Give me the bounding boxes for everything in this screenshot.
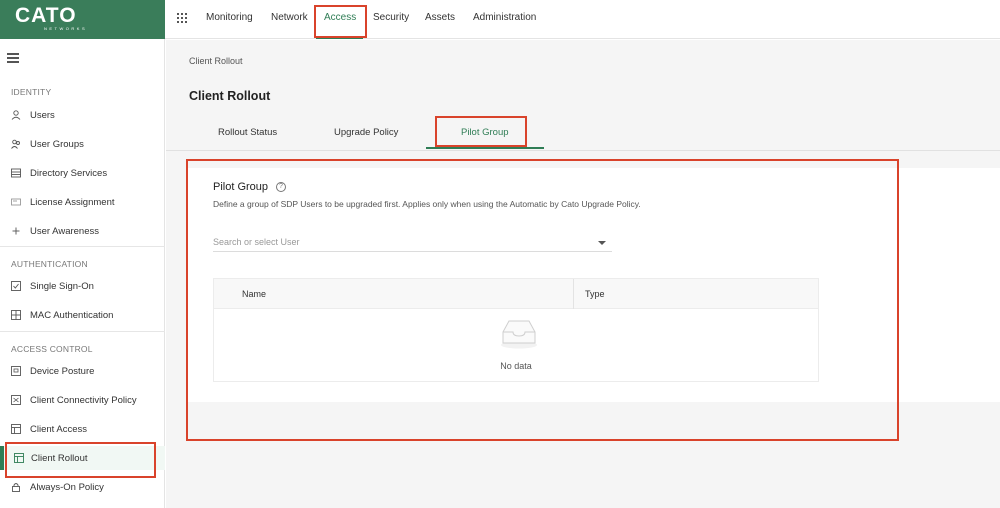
sidebar-item-user-groups[interactable]: User Groups xyxy=(0,132,165,156)
sidebar-item-label: License Assignment xyxy=(30,197,115,208)
nav-monitoring[interactable]: Monitoring xyxy=(206,12,253,23)
active-tab-underline xyxy=(426,147,544,149)
user-group-icon xyxy=(11,139,20,149)
sidebar-item-single-sign-on[interactable]: Single Sign-On xyxy=(0,274,165,298)
sidebar-item-device-posture[interactable]: Device Posture xyxy=(0,359,165,383)
sidebar-item-users[interactable]: Users xyxy=(0,103,165,127)
column-header-type[interactable]: Type xyxy=(585,289,605,299)
panel-title: Pilot Group xyxy=(213,181,269,193)
sidebar-item-label: Always-On Policy xyxy=(30,482,104,493)
sidebar-divider xyxy=(0,331,165,332)
column-header-name[interactable]: Name xyxy=(242,289,266,299)
logo-subtitle: NETWORKS xyxy=(44,26,88,31)
sidebar-section-identity: IDENTITY xyxy=(11,87,52,97)
sidebar-section-authentication: AUTHENTICATION xyxy=(11,259,88,269)
grid-table-icon xyxy=(11,310,21,320)
sidebar-item-label: Directory Services xyxy=(30,168,108,179)
sidebar-item-label: Client Access xyxy=(30,424,88,435)
tab-pilot-group[interactable]: Pilot Group xyxy=(461,127,509,138)
table-header: Name Type xyxy=(214,279,818,309)
sidebar-item-label: Client Rollout xyxy=(31,453,88,464)
connectivity-icon xyxy=(11,395,21,405)
sidebar-item-label: MAC Authentication xyxy=(30,310,114,321)
search-placeholder: Search or select User xyxy=(213,237,300,247)
sidebar-item-label: User Awareness xyxy=(30,226,99,237)
layout-icon xyxy=(11,424,21,434)
help-icon[interactable]: ? xyxy=(276,182,286,192)
lock-icon xyxy=(12,483,20,492)
tab-bar: Rollout Status Upgrade Policy Pilot Grou… xyxy=(166,114,1000,151)
sidebar: IDENTITY Users User Groups Directory Ser… xyxy=(0,39,165,508)
sidebar-item-always-on-policy[interactable]: Always-On Policy xyxy=(0,475,165,499)
nav-access[interactable]: Access xyxy=(324,12,356,23)
hamburger-menu-icon[interactable] xyxy=(7,53,19,65)
cato-logo[interactable]: CATO NETWORKS xyxy=(0,0,165,39)
sidebar-item-user-awareness[interactable]: User Awareness xyxy=(0,219,165,243)
user-icon xyxy=(11,110,21,120)
sidebar-item-label: Device Posture xyxy=(30,366,95,377)
tab-rollout-status[interactable]: Rollout Status xyxy=(218,127,277,138)
checkbox-icon xyxy=(11,281,21,291)
directory-icon xyxy=(11,168,21,178)
panel-description: Define a group of SDP Users to be upgrad… xyxy=(213,199,641,209)
sidebar-item-client-rollout[interactable]: Client Rollout xyxy=(0,446,165,470)
page-title: Client Rollout xyxy=(189,89,271,103)
column-separator xyxy=(573,279,574,309)
nav-access-underline xyxy=(316,37,363,39)
sidebar-item-label: User Groups xyxy=(30,139,84,150)
pilot-group-panel: Pilot Group ? Define a group of SDP User… xyxy=(188,168,1000,402)
tab-upgrade-policy[interactable]: Upgrade Policy xyxy=(334,127,398,138)
sidebar-item-client-access[interactable]: Client Access xyxy=(0,417,165,441)
empty-inbox-icon xyxy=(501,320,537,349)
empty-state-text: No data xyxy=(500,361,532,371)
nav-security[interactable]: Security xyxy=(373,12,409,23)
layout-icon xyxy=(14,453,24,463)
sidebar-item-label: Single Sign-On xyxy=(30,281,94,292)
sidebar-item-label: Users xyxy=(30,110,55,121)
nav-network[interactable]: Network xyxy=(271,12,308,23)
nav-administration[interactable]: Administration xyxy=(473,12,536,23)
pilot-group-table: Name Type No data xyxy=(213,278,819,382)
sidebar-item-mac-authentication[interactable]: MAC Authentication xyxy=(0,303,165,327)
nav-assets[interactable]: Assets xyxy=(425,12,455,23)
sidebar-item-directory-services[interactable]: Directory Services xyxy=(0,161,165,185)
sidebar-item-license-assignment[interactable]: License Assignment xyxy=(0,190,165,214)
sidebar-section-access-control: ACCESS CONTROL xyxy=(11,344,93,354)
logo-brand: CATO xyxy=(15,4,77,27)
plus-icon xyxy=(12,227,20,235)
apps-grid-icon[interactable] xyxy=(177,13,187,23)
breadcrumb[interactable]: Client Rollout xyxy=(189,56,243,66)
sidebar-item-label: Client Connectivity Policy xyxy=(30,395,137,406)
user-search-select[interactable]: Search or select User xyxy=(213,234,612,252)
sidebar-divider xyxy=(0,246,165,247)
main-content: Client Rollout Client Rollout Rollout St… xyxy=(166,40,1000,508)
sidebar-item-client-connectivity-policy[interactable]: Client Connectivity Policy xyxy=(0,388,165,412)
active-indicator xyxy=(0,446,4,470)
dropdown-caret-icon[interactable] xyxy=(598,241,606,245)
top-navigation: Monitoring Network Access Security Asset… xyxy=(165,0,1000,39)
license-icon xyxy=(11,198,21,206)
device-icon xyxy=(11,366,21,376)
